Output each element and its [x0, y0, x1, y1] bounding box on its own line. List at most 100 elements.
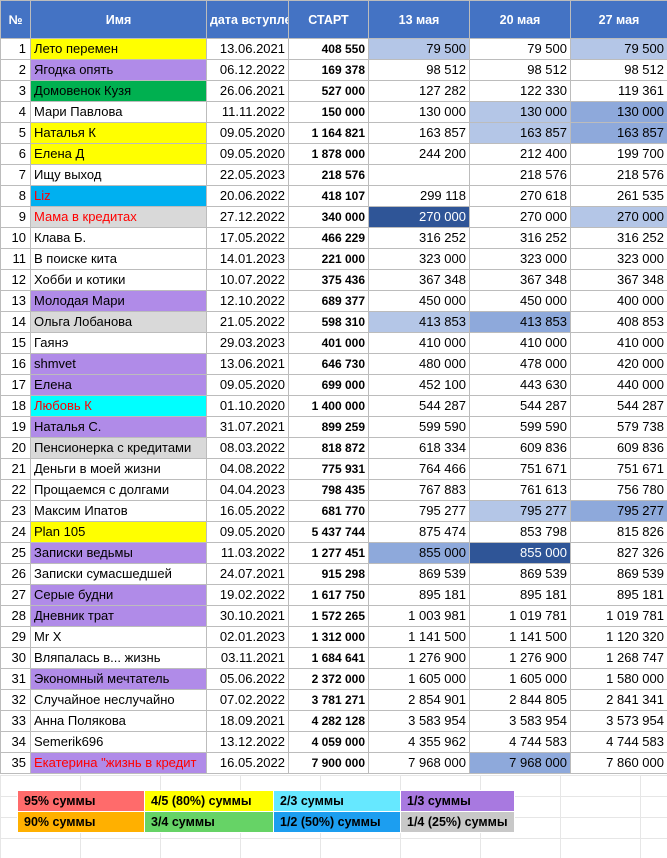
value-27-may[interactable]: 869 539 [570, 563, 667, 585]
value-20-may[interactable]: 544 287 [469, 395, 571, 417]
value-20-may[interactable]: 761 613 [469, 479, 571, 501]
start-cell[interactable]: 169 378 [288, 59, 369, 81]
header-start[interactable]: СТАРТ [288, 0, 369, 39]
value-13-may[interactable]: 323 000 [368, 248, 470, 270]
header-c3[interactable]: 27 мая [570, 0, 667, 39]
value-27-may[interactable]: 579 738 [570, 416, 667, 438]
date-cell[interactable]: 09.05.2020 [206, 122, 289, 144]
row-number[interactable]: 5 [0, 122, 31, 144]
date-cell[interactable]: 26.06.2021 [206, 80, 289, 102]
value-13-may[interactable]: 452 100 [368, 374, 470, 396]
name-cell[interactable]: Ищу выход [30, 164, 207, 186]
value-20-may[interactable]: 270 000 [469, 206, 571, 228]
header-name[interactable]: Имя [30, 0, 207, 39]
value-13-may[interactable]: 3 583 954 [368, 710, 470, 732]
start-cell[interactable]: 408 550 [288, 38, 369, 60]
name-cell[interactable]: Ольга Лобанова [30, 311, 207, 333]
name-cell[interactable]: Ягодка опять [30, 59, 207, 81]
name-cell[interactable]: Вляпалась в... жизнь [30, 647, 207, 669]
start-cell[interactable]: 798 435 [288, 479, 369, 501]
start-cell[interactable]: 1 572 265 [288, 605, 369, 627]
value-27-may[interactable]: 270 000 [570, 206, 667, 228]
value-20-may[interactable]: 212 400 [469, 143, 571, 165]
start-cell[interactable]: 401 000 [288, 332, 369, 354]
value-20-may[interactable]: 410 000 [469, 332, 571, 354]
value-27-may[interactable]: 261 535 [570, 185, 667, 207]
value-13-may[interactable]: 618 334 [368, 437, 470, 459]
value-20-may[interactable]: 4 744 583 [469, 731, 571, 753]
row-number[interactable]: 25 [0, 542, 31, 564]
name-cell[interactable]: Гаянэ [30, 332, 207, 354]
value-13-may[interactable]: 1 141 500 [368, 626, 470, 648]
value-13-may[interactable]: 163 857 [368, 122, 470, 144]
value-20-may[interactable]: 413 853 [469, 311, 571, 333]
value-27-may[interactable]: 79 500 [570, 38, 667, 60]
name-cell[interactable]: Прощаемся с долгами [30, 479, 207, 501]
value-13-may[interactable]: 875 474 [368, 521, 470, 543]
row-number[interactable]: 34 [0, 731, 31, 753]
row-number[interactable]: 19 [0, 416, 31, 438]
row-number[interactable]: 32 [0, 689, 31, 711]
start-cell[interactable]: 1 164 821 [288, 122, 369, 144]
value-27-may[interactable]: 1 580 000 [570, 668, 667, 690]
value-20-may[interactable]: 98 512 [469, 59, 571, 81]
value-13-may[interactable]: 1 276 900 [368, 647, 470, 669]
row-number[interactable]: 16 [0, 353, 31, 375]
row-number[interactable]: 27 [0, 584, 31, 606]
value-20-may[interactable]: 478 000 [469, 353, 571, 375]
date-cell[interactable]: 09.05.2020 [206, 374, 289, 396]
date-cell[interactable]: 04.08.2022 [206, 458, 289, 480]
date-cell[interactable]: 18.09.2021 [206, 710, 289, 732]
value-27-may[interactable]: 323 000 [570, 248, 667, 270]
start-cell[interactable]: 1 400 000 [288, 395, 369, 417]
start-cell[interactable]: 646 730 [288, 353, 369, 375]
row-number[interactable]: 11 [0, 248, 31, 270]
date-cell[interactable]: 30.10.2021 [206, 605, 289, 627]
date-cell[interactable]: 21.05.2022 [206, 311, 289, 333]
date-cell[interactable]: 10.07.2022 [206, 269, 289, 291]
date-cell[interactable]: 11.03.2022 [206, 542, 289, 564]
value-27-may[interactable]: 827 326 [570, 542, 667, 564]
value-20-may[interactable]: 2 844 805 [469, 689, 571, 711]
value-20-may[interactable]: 122 330 [469, 80, 571, 102]
name-cell[interactable]: Случайное неслучайно [30, 689, 207, 711]
date-cell[interactable]: 03.11.2021 [206, 647, 289, 669]
row-number[interactable]: 6 [0, 143, 31, 165]
row-number[interactable]: 14 [0, 311, 31, 333]
value-13-may[interactable] [368, 164, 470, 186]
value-20-may[interactable]: 855 000 [469, 542, 571, 564]
name-cell[interactable]: Анна Полякова [30, 710, 207, 732]
row-number[interactable]: 22 [0, 479, 31, 501]
value-20-may[interactable]: 7 968 000 [469, 752, 571, 774]
start-cell[interactable]: 699 000 [288, 374, 369, 396]
value-27-may[interactable]: 609 836 [570, 437, 667, 459]
value-13-may[interactable]: 544 287 [368, 395, 470, 417]
start-cell[interactable]: 915 298 [288, 563, 369, 585]
value-13-may[interactable]: 767 883 [368, 479, 470, 501]
name-cell[interactable]: shmvet [30, 353, 207, 375]
start-cell[interactable]: 340 000 [288, 206, 369, 228]
start-cell[interactable]: 466 229 [288, 227, 369, 249]
date-cell[interactable]: 14.01.2023 [206, 248, 289, 270]
row-number[interactable]: 33 [0, 710, 31, 732]
value-13-may[interactable]: 413 853 [368, 311, 470, 333]
value-13-may[interactable]: 130 000 [368, 101, 470, 123]
header-idx[interactable]: № [0, 0, 31, 39]
value-20-may[interactable]: 869 539 [469, 563, 571, 585]
value-20-may[interactable]: 367 348 [469, 269, 571, 291]
value-13-may[interactable]: 855 000 [368, 542, 470, 564]
date-cell[interactable]: 06.12.2022 [206, 59, 289, 81]
row-number[interactable]: 26 [0, 563, 31, 585]
name-cell[interactable]: Mr X [30, 626, 207, 648]
row-number[interactable]: 1 [0, 38, 31, 60]
row-number[interactable]: 4 [0, 101, 31, 123]
name-cell[interactable]: Серые будни [30, 584, 207, 606]
row-number[interactable]: 29 [0, 626, 31, 648]
value-27-may[interactable]: 2 841 341 [570, 689, 667, 711]
value-13-may[interactable]: 895 181 [368, 584, 470, 606]
date-cell[interactable]: 27.12.2022 [206, 206, 289, 228]
value-20-may[interactable]: 751 671 [469, 458, 571, 480]
start-cell[interactable]: 598 310 [288, 311, 369, 333]
value-20-may[interactable]: 270 618 [469, 185, 571, 207]
value-20-may[interactable]: 1 019 781 [469, 605, 571, 627]
